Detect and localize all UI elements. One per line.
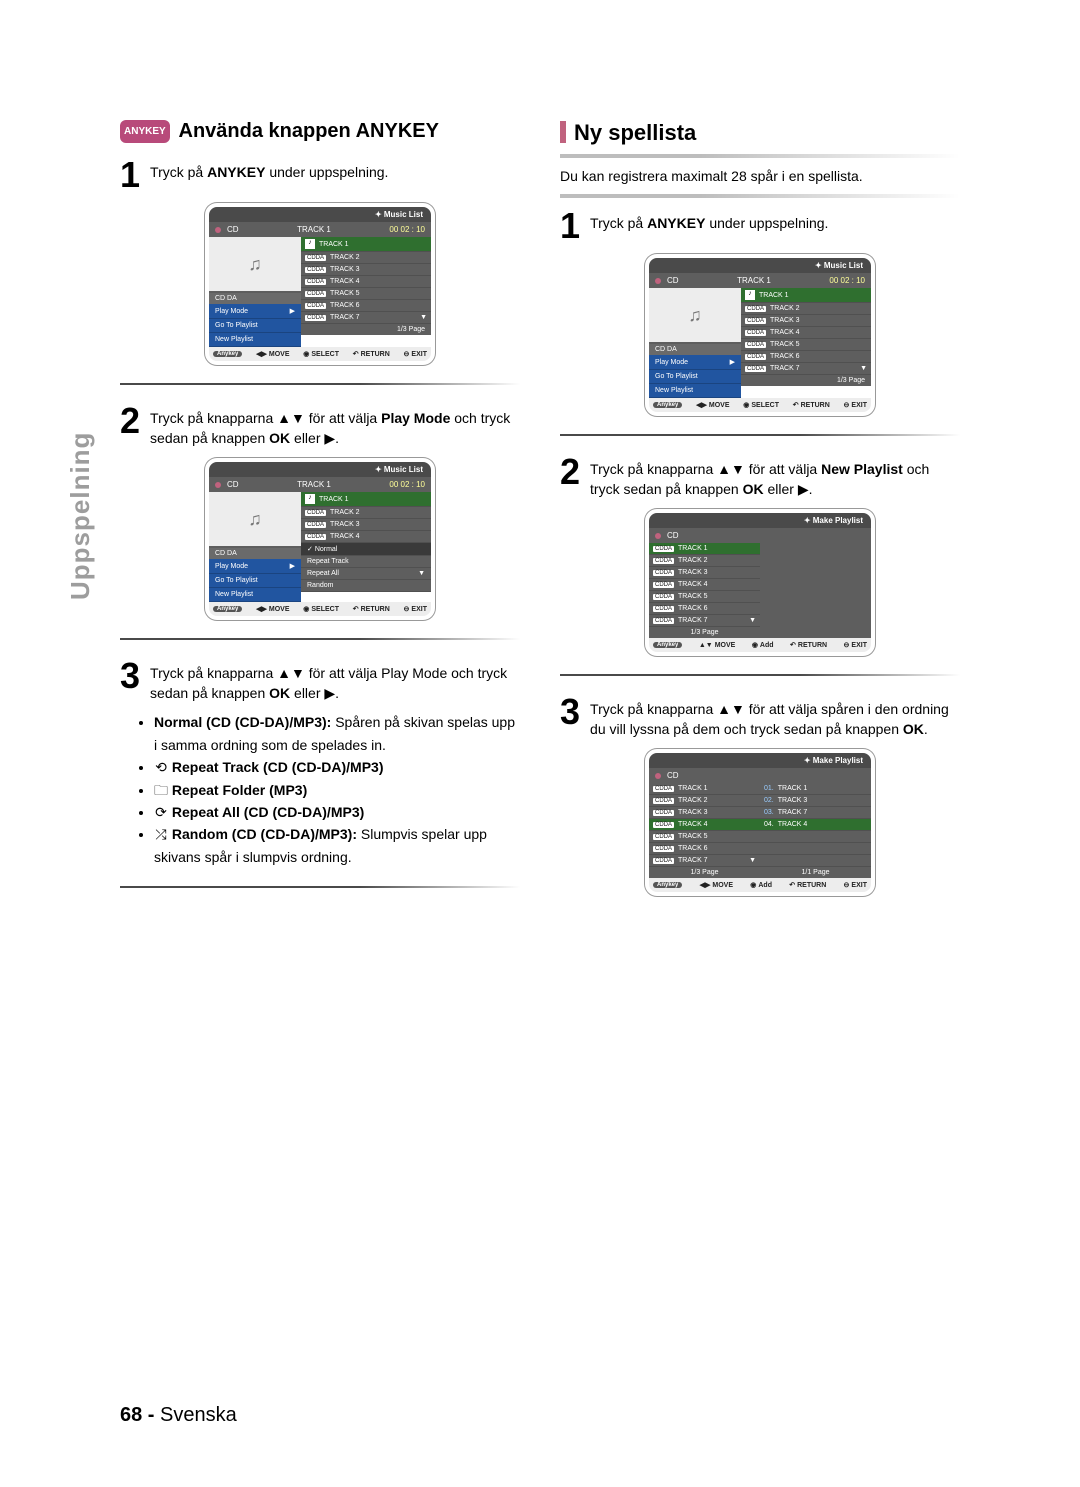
step-number: 2: [120, 403, 140, 448]
step-number: 1: [560, 208, 580, 244]
left-step-1: 1 Tryck på ANYKEY under uppspelning.: [120, 157, 520, 193]
repeat-all-icon: ⟳: [154, 801, 168, 823]
repeat-folder-icon: 🗀: [154, 779, 168, 801]
left-heading: ANYKEY Använda knappen ANYKEY: [120, 120, 520, 143]
osd-screenshot-5: ✦ Make Playlist CD CDDATRACK 1 CDDATRACK…: [645, 749, 875, 896]
section-side-label: Uppspelning: [65, 432, 96, 600]
osd-screenshot-1: ✦ Music List CDTRACK 100 02 : 10 ♫ CD DA…: [205, 203, 435, 365]
play-modes-list: Normal (CD (CD-DA)/MP3): Spåren på skiva…: [154, 711, 520, 868]
osd-screenshot-2: ✦ Music List CDTRACK 100 02 : 10 ♫ CD DA…: [205, 458, 435, 620]
osd-screenshot-3: ✦ Music List CDTRACK 100 02 : 10 ♫ CD DA…: [645, 254, 875, 416]
step-number: 2: [560, 454, 580, 499]
right-step-1: 1 Tryck på ANYKEY under uppspelning.: [560, 208, 960, 244]
random-icon: ⤮: [154, 823, 168, 845]
right-step-3: 3 Tryck på knapparna ▲▼ för att välja sp…: [560, 694, 960, 739]
right-heading: Ny spellista: [560, 120, 960, 146]
step-number: 3: [560, 694, 580, 739]
repeat-track-icon: ⟲: [154, 756, 168, 778]
right-intro: Du kan registrera maximalt 28 spår i en …: [560, 168, 960, 184]
osd-screenshot-4: ✦ Make Playlist CD CDDATRACK 1 CDDATRACK…: [645, 509, 875, 656]
left-column: ANYKEY Använda knappen ANYKEY 1 Tryck på…: [120, 120, 520, 906]
right-column: Ny spellista Du kan registrera maximalt …: [560, 120, 960, 906]
step-number: 1: [120, 157, 140, 193]
right-step-2: 2 Tryck på knapparna ▲▼ för att välja Ne…: [560, 454, 960, 499]
step-number: 3: [120, 658, 140, 703]
page-footer: 68 - Svenska: [120, 1404, 237, 1427]
anykey-badge: ANYKEY: [120, 120, 170, 143]
left-step-2: 2 Tryck på knapparna ▲▼ för att välja Pl…: [120, 403, 520, 448]
left-step-3: 3 Tryck på knapparna ▲▼ för att välja Pl…: [120, 658, 520, 703]
left-heading-text: Använda knappen ANYKEY: [179, 120, 439, 142]
